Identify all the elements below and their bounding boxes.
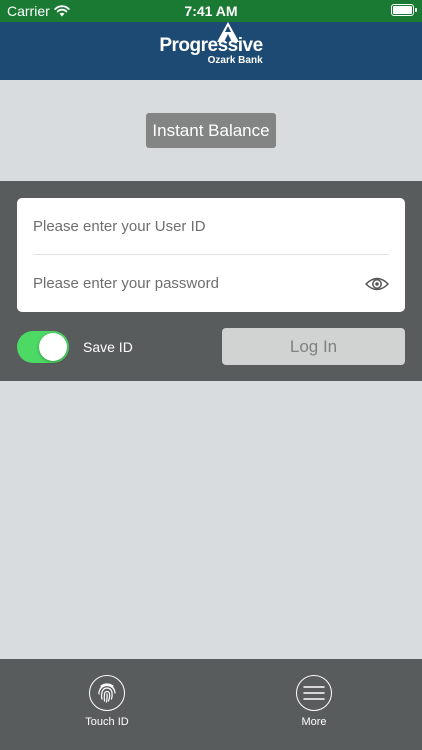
bank-logo: Progressive Ozark Bank xyxy=(159,22,263,66)
user-id-placeholder: Please enter your User ID xyxy=(33,217,206,235)
log-in-button[interactable]: Log In xyxy=(222,328,405,365)
save-id-toggle[interactable] xyxy=(17,331,69,363)
content-area xyxy=(0,381,422,659)
credentials-card: Please enter your User ID Please enter y… xyxy=(17,198,405,312)
tab-touch-id[interactable]: Touch ID xyxy=(57,675,157,728)
instant-balance-button[interactable]: Instant Balance xyxy=(146,113,276,148)
login-panel: Please enter your User ID Please enter y… xyxy=(0,181,422,381)
user-id-field[interactable]: Please enter your User ID xyxy=(33,198,389,255)
battery-icon xyxy=(391,4,417,16)
status-time: 7:41 AM xyxy=(184,3,238,19)
tab-touch-id-label: Touch ID xyxy=(85,716,129,728)
logo-mountain-icon xyxy=(217,22,240,42)
menu-icon xyxy=(296,675,332,711)
balance-area: Instant Balance xyxy=(0,80,422,181)
fingerprint-icon xyxy=(89,675,125,711)
tab-more-label: More xyxy=(301,716,327,728)
app-header: Progressive Ozark Bank xyxy=(0,22,422,80)
save-id-label: Save ID xyxy=(83,339,133,355)
status-bar: Carrier 7:41 AM xyxy=(0,0,422,22)
tab-more[interactable]: More xyxy=(264,675,364,728)
password-placeholder: Please enter your password xyxy=(33,275,219,292)
logo-subtitle: Ozark Bank xyxy=(207,55,263,66)
toggle-knob xyxy=(39,333,67,361)
show-password-eye-icon[interactable] xyxy=(365,276,389,292)
tab-bar: Touch ID More xyxy=(0,659,422,750)
password-field[interactable]: Please enter your password xyxy=(33,255,389,312)
logo-name: Progressive xyxy=(159,35,263,56)
